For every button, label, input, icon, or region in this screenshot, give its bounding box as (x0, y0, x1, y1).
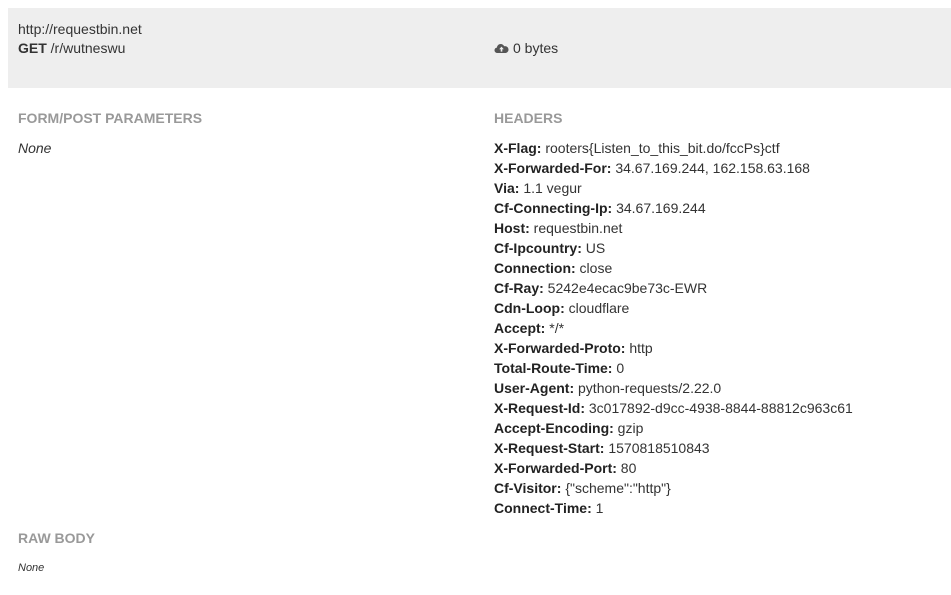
header-row: Cf-Visitor: {"scheme":"http"} (494, 480, 853, 500)
request-summary-bar: http://requestbin.net GET /r/wutneswu 0 … (8, 8, 951, 88)
header-row: X-Forwarded-Port: 80 (494, 460, 853, 480)
request-size: 0 bytes (494, 40, 558, 56)
header-value: 1570818510843 (608, 440, 710, 456)
request-url: http://requestbin.net (18, 21, 142, 37)
header-value: gzip (617, 420, 644, 436)
header-key: Host: (494, 220, 530, 236)
headers-title: HEADERS (494, 110, 563, 126)
header-key: Accept: (494, 320, 546, 336)
header-key: Total-Route-Time: (494, 360, 613, 376)
header-row: X-Forwarded-Proto: http (494, 340, 853, 360)
header-row: X-Request-Id: 3c017892-d9cc-4938-8844-88… (494, 400, 853, 420)
header-key: Cf-Visitor: (494, 480, 562, 496)
header-row: Connection: close (494, 260, 853, 280)
request-line: GET /r/wutneswu (18, 40, 125, 56)
header-value: 80 (620, 460, 637, 476)
headers-list: X-Flag: rooters{Listen_to_this_bit.do/fc… (494, 140, 853, 520)
header-value: 0 (616, 360, 625, 376)
header-key: X-Request-Start: (494, 440, 605, 456)
header-key: Cf-Ipcountry: (494, 240, 582, 256)
header-row: Cf-Ray: 5242e4ecac9be73c-EWR (494, 280, 853, 300)
header-value: rooters{Listen_to_this_bit.do/fccPs}ctf (545, 140, 780, 156)
header-row: X-Flag: rooters{Listen_to_this_bit.do/fc… (494, 140, 853, 160)
header-row: X-Request-Start: 1570818510843 (494, 440, 853, 460)
form-params-value: None (18, 140, 52, 156)
header-key: User-Agent: (494, 380, 575, 396)
header-row: Total-Route-Time: 0 (494, 360, 853, 380)
header-key: Cf-Connecting-Ip: (494, 200, 613, 216)
header-key: X-Forwarded-Proto: (494, 340, 626, 356)
header-row: Cdn-Loop: cloudflare (494, 300, 853, 320)
request-detail-page: http://requestbin.net GET /r/wutneswu 0 … (0, 0, 951, 595)
header-value: 34.67.169.244, 162.158.63.168 (615, 160, 810, 176)
header-row: Host: requestbin.net (494, 220, 853, 240)
header-key: Connection: (494, 260, 576, 276)
header-key: Cdn-Loop: (494, 300, 565, 316)
request-method: GET (18, 40, 47, 56)
header-key: Connect-Time: (494, 500, 592, 516)
header-value: 3c017892-d9cc-4938-8844-88812c963c61 (588, 400, 853, 416)
header-row: Cf-Connecting-Ip: 34.67.169.244 (494, 200, 853, 220)
header-key: X-Forwarded-Port: (494, 460, 617, 476)
header-value: python-requests/2.22.0 (578, 380, 722, 396)
header-key: X-Request-Id: (494, 400, 585, 416)
header-key: Via: (494, 180, 520, 196)
header-key: Cf-Ray: (494, 280, 544, 296)
header-value: 1.1 vegur (523, 180, 582, 196)
header-value: 5242e4ecac9be73c-EWR (547, 280, 708, 296)
form-params-title: FORM/POST PARAMETERS (18, 110, 203, 126)
header-value: close (579, 260, 613, 276)
header-value: 34.67.169.244 (616, 200, 706, 216)
header-key: X-Forwarded-For: (494, 160, 612, 176)
request-size-value: 0 bytes (513, 40, 559, 56)
header-key: Accept-Encoding: (494, 420, 614, 436)
raw-body-value: None (18, 562, 45, 574)
header-row: Accept-Encoding: gzip (494, 420, 853, 440)
header-row: X-Forwarded-For: 34.67.169.244, 162.158.… (494, 160, 853, 180)
header-value: requestbin.net (533, 220, 623, 236)
header-row: Cf-Ipcountry: US (494, 240, 853, 260)
header-value: http (629, 340, 653, 356)
header-value: US (585, 240, 606, 256)
header-row: Connect-Time: 1 (494, 500, 853, 520)
request-path: /r/wutneswu (50, 40, 126, 56)
header-row: User-Agent: python-requests/2.22.0 (494, 380, 853, 400)
header-value: cloudflare (568, 300, 630, 316)
raw-body-title: RAW BODY (18, 530, 95, 546)
header-row: Accept: */* (494, 320, 853, 340)
header-key: X-Flag: (494, 140, 542, 156)
header-row: Via: 1.1 vegur (494, 180, 853, 200)
header-value: {"scheme":"http"} (565, 480, 671, 496)
header-value: */* (549, 320, 565, 336)
header-value: 1 (595, 500, 604, 516)
cloud-upload-icon (494, 42, 509, 54)
